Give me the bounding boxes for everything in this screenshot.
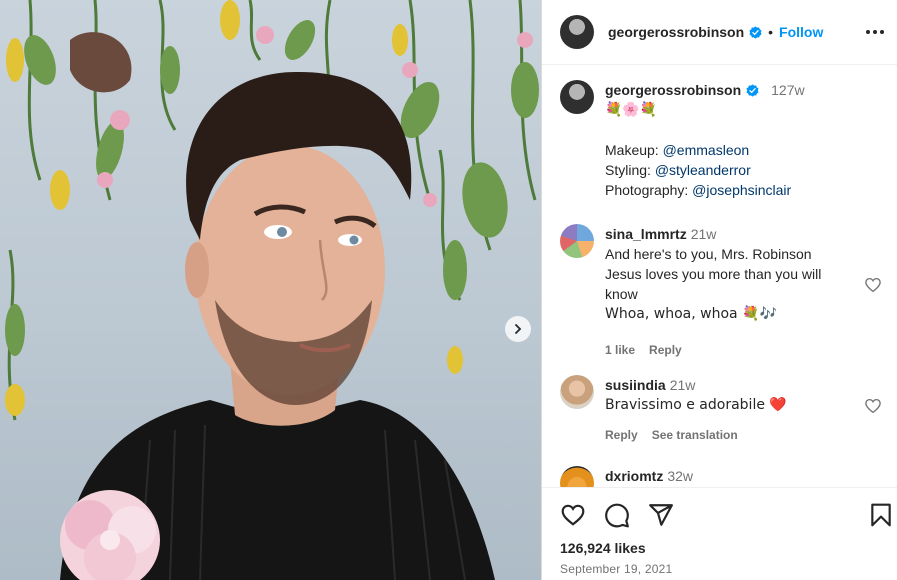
post-actions-bar: 126,924 likes September 19, 2021 [542,487,897,580]
comment-avatar[interactable] [560,466,594,487]
comments-list[interactable]: georgerossrobinson 127w 💐🌸💐 Makeup: @emm… [542,66,897,487]
share-paper-plane-icon[interactable] [648,502,674,528]
comment-age: 21w [690,226,717,242]
author-username[interactable]: georgerossrobinson [608,24,744,40]
comment-likes-count[interactable]: 1 like [605,343,635,357]
caption-avatar[interactable] [560,80,594,114]
post-photo[interactable] [0,0,541,580]
carousel-next-button[interactable] [505,316,531,342]
comment-username[interactable]: sina_lmmrtz [605,226,687,242]
comment-text-line: know [605,286,638,302]
post-header: georgerossrobinson • Follow [542,0,897,65]
see-translation-link[interactable]: See translation [652,428,738,442]
comment: dxriomtz 32w [560,466,880,487]
more-options-icon[interactable] [863,22,887,42]
mention-link[interactable]: @josephsinclair [692,182,791,198]
caption-age: 127w [771,82,805,98]
comment: susiindia 21w Bravissimo e adorabile ❤️ R… [560,375,882,445]
caption-username[interactable]: georgerossrobinson [605,82,741,98]
mention-link[interactable]: @emmasleon [663,142,750,158]
caption: georgerossrobinson 127w 💐🌸💐 Makeup: @emm… [560,80,880,210]
like-heart-icon[interactable] [560,502,586,528]
caption-line-makeup: Makeup: @emmasleon [605,142,750,158]
like-comment-heart-icon[interactable] [864,276,882,294]
caption-line-styling: Styling: @styleanderror [605,162,751,178]
comment-avatar[interactable] [560,375,594,409]
mention-link[interactable]: @styleanderror [655,162,751,178]
comment-username[interactable]: dxriomtz [605,468,663,484]
comment-bubble-icon[interactable] [604,502,630,528]
chevron-right-icon [515,324,522,334]
comment-actions: 1 like Reply [605,340,865,360]
comment-age: 21w [669,377,696,393]
comment-text-line: Jesus loves you more than you will [605,266,822,282]
caption-line-photography: Photography: @josephsinclair [605,182,792,198]
separator-dot: • [768,24,774,40]
comment-text-line: Bravissimo e adorabile ❤️ [605,397,787,413]
likes-count[interactable]: 126,924 likes [560,540,646,556]
post-details-panel: georgerossrobinson • Follow georgerossro… [542,0,897,580]
follow-button[interactable]: Follow [779,24,823,40]
portrait-image [5,0,539,580]
reply-button[interactable]: Reply [605,428,638,442]
author-avatar[interactable] [560,15,594,49]
reply-button[interactable]: Reply [649,343,682,357]
save-bookmark-icon[interactable] [868,502,894,528]
verified-badge-icon [746,84,759,97]
post-date: September 19, 2021 [560,562,673,576]
like-comment-heart-icon[interactable] [864,397,882,415]
caption-emojis: 💐🌸💐 [605,102,658,118]
comment-text-line: Whoa, whoa, whoa 💐🎶 [605,306,777,322]
comment-age: 32w [667,468,694,484]
comment-username[interactable]: susiindia [605,377,666,393]
verified-badge-icon [749,25,762,39]
comment-text-line: And here's to you, Mrs. Robinson [605,246,812,262]
comment-actions: Reply See translation [605,425,865,445]
comment: sina_lmmrtz 21w And here's to you, Mrs. R… [560,224,882,357]
comment-avatar[interactable] [560,224,594,258]
